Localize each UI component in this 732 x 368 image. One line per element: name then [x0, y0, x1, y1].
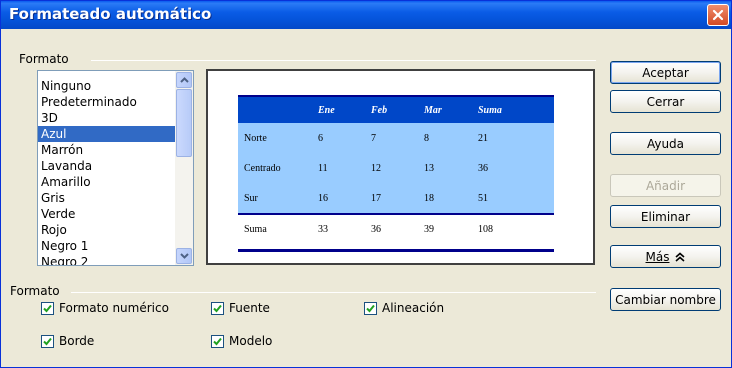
- scroll-thumb[interactable]: [176, 89, 192, 157]
- preview-cell: 6: [318, 132, 323, 144]
- preview-total-cell: 108: [478, 223, 493, 235]
- list-scrollbar[interactable]: [175, 71, 193, 265]
- eliminar-button[interactable]: Eliminar: [610, 205, 721, 228]
- list-item[interactable]: Ninguno: [38, 78, 175, 94]
- preview-header-cell: Suma: [478, 104, 502, 116]
- preview-cell: 36: [478, 162, 488, 174]
- ayuda-button[interactable]: Ayuda: [610, 132, 721, 155]
- list-item[interactable]: Negro 2: [38, 254, 175, 265]
- borde-checkbox[interactable]: Borde: [41, 334, 94, 348]
- checkmark-icon: [366, 304, 375, 312]
- title-bar[interactable]: Formateado automático: [1, 1, 731, 29]
- preview-header-cell: Ene: [318, 104, 335, 116]
- chevron-down-icon: [179, 253, 189, 259]
- close-button[interactable]: [707, 4, 729, 26]
- list-item[interactable]: Rojo: [38, 222, 175, 238]
- preview-row: Norte 6 7 8 21: [238, 123, 554, 153]
- group-line-bottom: [71, 292, 596, 293]
- cerrar-button[interactable]: Cerrar: [610, 90, 721, 113]
- checkbox-box[interactable]: [41, 334, 54, 348]
- fuente-checkbox[interactable]: Fuente: [211, 301, 270, 315]
- preview-cell: 12: [371, 162, 381, 174]
- preview-total-cell: 36: [371, 223, 381, 235]
- checkbox-box[interactable]: [41, 301, 54, 315]
- group-label-formato-top: Formato: [19, 52, 73, 66]
- checkbox-box[interactable]: [211, 334, 224, 348]
- list-item[interactable]: 3D: [38, 110, 175, 126]
- autoformat-dialog: Formateado automático Formato Ninguno Pre…: [0, 0, 732, 368]
- aceptar-button[interactable]: Aceptar: [610, 61, 721, 84]
- preview-header-cell: Mar: [424, 104, 442, 116]
- preview-cell: 13: [424, 162, 434, 174]
- modelo-checkbox[interactable]: Modelo: [211, 334, 272, 348]
- group-label-formato-bottom: Formato: [10, 284, 64, 298]
- preview-cell: 16: [318, 192, 328, 204]
- formato-numerico-checkbox[interactable]: Formato numérico: [41, 301, 169, 315]
- preview-cell: 8: [424, 132, 429, 144]
- list-item[interactable]: Negro 1: [38, 238, 175, 254]
- preview-row: Sur 16 17 18 51: [238, 183, 554, 213]
- anadir-button[interactable]: Añadir: [610, 174, 721, 197]
- preview-total-cell: 33: [318, 223, 328, 235]
- preview-cell: Sur: [244, 192, 258, 204]
- checkmark-icon: [213, 304, 222, 312]
- preview-cell: 17: [371, 192, 381, 204]
- preview-table: Ene Feb Mar Suma Norte 6 7 8 21 Centrado…: [238, 95, 554, 243]
- close-icon: [712, 9, 724, 21]
- preview-cell: Centrado: [244, 162, 281, 174]
- checkmark-icon: [43, 337, 52, 345]
- preview-header-cell: Feb: [371, 104, 388, 116]
- format-preview: Ene Feb Mar Suma Norte 6 7 8 21 Centrado…: [206, 69, 595, 265]
- preview-header-row: Ene Feb Mar Suma: [238, 95, 554, 123]
- preview-total-cell: 39: [424, 223, 434, 235]
- preview-total-row: Suma 33 36 39 108: [238, 213, 554, 243]
- preview-cell: 51: [478, 192, 488, 204]
- mas-button[interactable]: Más: [610, 245, 721, 268]
- checkmark-icon: [43, 304, 52, 312]
- preview-cell: 21: [478, 132, 488, 144]
- preview-cell: Norte: [244, 132, 267, 144]
- list-item[interactable]: Verde: [38, 206, 175, 222]
- list-item[interactable]: Lavanda: [38, 158, 175, 174]
- scroll-up-button[interactable]: [176, 72, 192, 88]
- checkbox-box[interactable]: [364, 301, 377, 315]
- preview-cell: 7: [371, 132, 376, 144]
- alineacion-checkbox[interactable]: Alineación: [364, 301, 444, 315]
- scroll-down-button[interactable]: [176, 248, 192, 264]
- preview-bottom-rule: [238, 249, 554, 252]
- group-line-top: [91, 60, 596, 61]
- list-item[interactable]: Amarillo: [38, 174, 175, 190]
- double-chevron-up-icon: [675, 251, 686, 262]
- format-list: Ninguno Predeterminado 3D Azul Marrón Lavanda…: [38, 78, 175, 265]
- chevron-up-icon: [179, 77, 189, 83]
- checkbox-box[interactable]: [211, 301, 224, 315]
- preview-total-cell: Suma: [244, 223, 267, 235]
- list-item[interactable]: Gris: [38, 190, 175, 206]
- format-listbox[interactable]: Ninguno Predeterminado 3D Azul Marrón Lavanda…: [37, 70, 194, 266]
- preview-row: Centrado 11 12 13 36: [238, 153, 554, 183]
- list-item[interactable]: Marrón: [38, 142, 175, 158]
- list-item[interactable]: Azul: [38, 126, 175, 142]
- cambiar-nombre-button[interactable]: Cambiar nombre: [610, 288, 721, 311]
- dialog-title: Formateado automático: [9, 5, 212, 23]
- preview-cell: 11: [318, 162, 328, 174]
- checkmark-icon: [213, 337, 222, 345]
- list-item[interactable]: Predeterminado: [38, 94, 175, 110]
- preview-cell: 18: [424, 192, 434, 204]
